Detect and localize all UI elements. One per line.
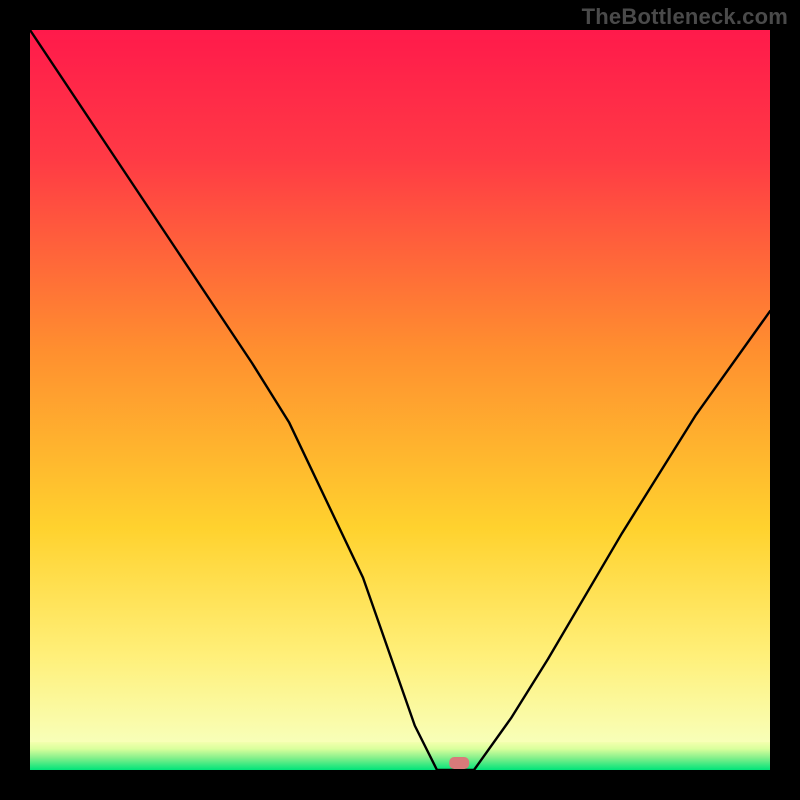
- green-band: [30, 742, 770, 770]
- optimal-marker: [449, 757, 469, 769]
- plot-area: [30, 30, 770, 770]
- gradient-background: [30, 30, 770, 742]
- watermark-text: TheBottleneck.com: [582, 4, 788, 30]
- chart-frame: TheBottleneck.com: [0, 0, 800, 800]
- chart-svg: [30, 30, 770, 770]
